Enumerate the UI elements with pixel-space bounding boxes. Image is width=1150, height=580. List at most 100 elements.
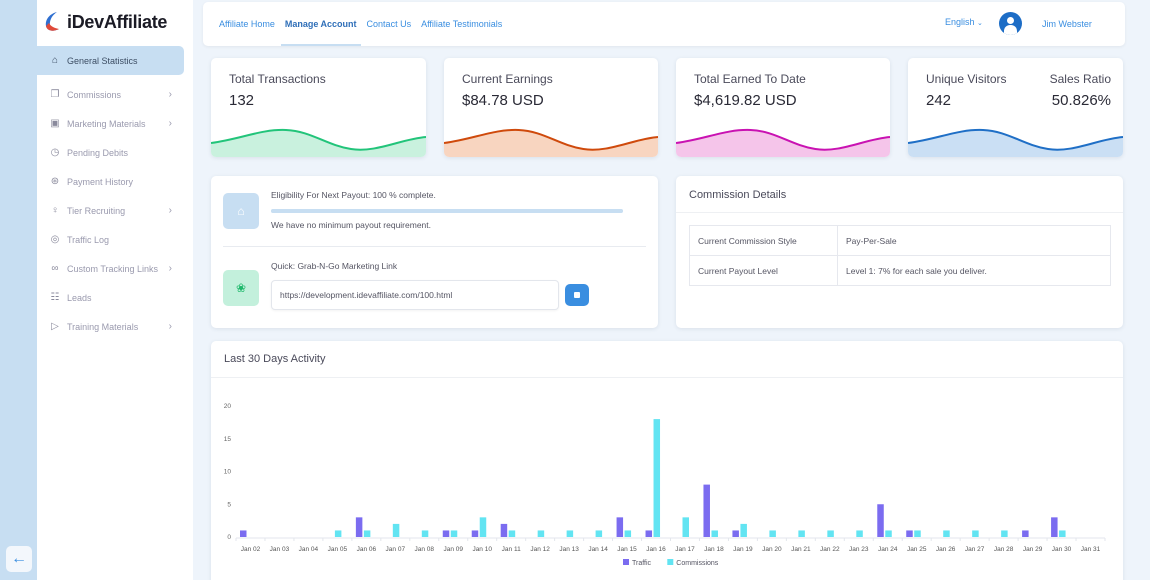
x-tick-label: Jan 06 bbox=[357, 546, 377, 553]
row-label: Current Commission Style bbox=[689, 225, 838, 256]
sidebar-item-general-statistics[interactable]: ⌂ General Statistics bbox=[37, 46, 184, 75]
sidebar-item-leads[interactable]: ☷ Leads bbox=[37, 283, 184, 312]
x-tick-label: Jan 23 bbox=[849, 546, 869, 553]
sidebar-item-label: Custom Tracking Links bbox=[67, 263, 159, 274]
x-tick-label: Jan 15 bbox=[617, 546, 637, 553]
language-selector[interactable]: English ⌄ bbox=[945, 17, 983, 27]
stat-value: $84.78 USD bbox=[462, 92, 544, 109]
sidebar-item-label: Commissions bbox=[67, 89, 122, 100]
stat-value-sales-ratio: 50.826% bbox=[1051, 92, 1111, 109]
stat-value-visitors: 242 bbox=[926, 92, 952, 109]
document-icon: ☷ bbox=[50, 292, 60, 303]
x-tick-label: Jan 28 bbox=[994, 546, 1014, 553]
bar-commissions bbox=[450, 530, 458, 537]
sidebar-item-tier-recruiting[interactable]: ♀ Tier Recruiting › bbox=[37, 196, 184, 225]
sparkline-wave bbox=[211, 128, 426, 157]
bar-traffic bbox=[500, 523, 508, 537]
row-value: Pay-Per-Sale bbox=[837, 225, 1111, 256]
bar-commissions bbox=[595, 530, 603, 537]
row-value: Level 1: 7% for each sale you deliver. bbox=[837, 255, 1111, 286]
language-label: English bbox=[945, 17, 975, 27]
y-tick-label: 10 bbox=[224, 469, 232, 476]
sidebar-item-custom-tracking-links[interactable]: ∞ Custom Tracking Links › bbox=[37, 254, 184, 283]
nav-link-contact-us[interactable]: Contact Us bbox=[367, 2, 412, 46]
x-tick-label: Jan 12 bbox=[530, 546, 550, 553]
stat-card-total-transactions: Total Transactions 132 bbox=[211, 58, 426, 157]
y-tick-label: 20 bbox=[224, 403, 232, 410]
sidebar-item-payment-history[interactable]: ⊛ Payment History bbox=[37, 167, 184, 196]
chevron-right-icon: › bbox=[168, 118, 172, 129]
row-label: Current Payout Level bbox=[689, 255, 838, 286]
y-tick-label: 5 bbox=[227, 501, 231, 508]
nav-link-manage-account[interactable]: Manage Account bbox=[280, 2, 361, 46]
sidebar-item-pending-debits[interactable]: ◷ Pending Debits bbox=[37, 138, 184, 167]
x-tick-label: Jan 18 bbox=[704, 546, 724, 553]
copy-link-button[interactable] bbox=[565, 284, 589, 306]
stat-value: 132 bbox=[229, 92, 255, 109]
sidebar-item-training-materials[interactable]: ▷ Training Materials › bbox=[37, 312, 184, 341]
x-tick-label: Jan 07 bbox=[386, 546, 406, 553]
sidebar-item-marketing-materials[interactable]: ▣ Marketing Materials › bbox=[37, 109, 184, 138]
x-tick-label: Jan 13 bbox=[559, 546, 579, 553]
divider bbox=[223, 246, 646, 247]
stat-label-visitors: Unique Visitors bbox=[926, 72, 1007, 86]
commission-details-card: Commission Details Current Commission St… bbox=[676, 176, 1123, 328]
user-name[interactable]: Jim Webster bbox=[1042, 19, 1092, 29]
bar-traffic bbox=[616, 517, 624, 537]
bar-traffic bbox=[240, 530, 247, 537]
marketing-link-input[interactable] bbox=[271, 280, 559, 310]
bar-traffic bbox=[877, 504, 884, 537]
x-tick-label: Jan 11 bbox=[502, 546, 521, 553]
collapse-sidebar-button[interactable]: ← bbox=[6, 546, 32, 572]
copy-documents-icon: ❐ bbox=[50, 89, 60, 100]
x-tick-label: Jan 04 bbox=[299, 546, 319, 553]
legend-label-traffic: Traffic bbox=[632, 560, 652, 567]
x-tick-label: Jan 31 bbox=[1081, 546, 1101, 553]
bar-traffic bbox=[1022, 530, 1029, 537]
chevron-right-icon: › bbox=[168, 89, 172, 100]
sidebar-item-label: Pending Debits bbox=[67, 147, 129, 158]
sidebar-item-label: Traffic Log bbox=[67, 234, 110, 245]
activity-bar-chart: 0 5 10 15 20 Jan 02 Jan 03 Jan 04 Jan 05 Jan 06 Ja… bbox=[224, 403, 1106, 567]
nav-link-affiliate-home[interactable]: Affiliate Home bbox=[219, 2, 275, 46]
commission-details-title: Commission Details bbox=[689, 189, 787, 201]
sidebar-item-commissions[interactable]: ❐ Commissions › bbox=[37, 80, 184, 109]
sparkline-wave bbox=[908, 128, 1123, 157]
bar-commissions bbox=[363, 530, 371, 537]
sidebar-item-label: Marketing Materials bbox=[67, 118, 146, 129]
sidebar: iDevAffiliate ⌂ General Statistics ❐ Commis… bbox=[37, 0, 193, 580]
payout-note: We have no minimum payout requirement. bbox=[271, 220, 432, 230]
image-icon: ▣ bbox=[50, 118, 60, 129]
avatar-head-icon bbox=[1007, 17, 1014, 24]
stat-value: $4,619.82 USD bbox=[694, 92, 797, 109]
y-tick-label: 0 bbox=[227, 534, 231, 541]
brand-logo[interactable]: iDevAffiliate bbox=[43, 11, 167, 33]
x-tick-label: Jan 20 bbox=[762, 546, 782, 553]
x-tick-label: Jan 29 bbox=[1023, 546, 1043, 553]
x-tick-label: Jan 19 bbox=[733, 546, 753, 553]
bar-commissions bbox=[1001, 530, 1008, 537]
nav-link-affiliate-testimonials[interactable]: Affiliate Testimonials bbox=[421, 2, 502, 46]
x-tick-label: Jan 17 bbox=[675, 546, 695, 553]
payout-progress-fill bbox=[271, 209, 623, 213]
sidebar-item-label: Tier Recruiting bbox=[67, 205, 126, 216]
bar-traffic bbox=[471, 530, 479, 537]
stat-card-total-earned: Total Earned To Date $4,619.82 USD bbox=[676, 58, 890, 157]
bar-traffic bbox=[442, 530, 450, 537]
top-nav-links: Affiliate Home Manage Account Contact Us Af… bbox=[219, 2, 502, 46]
bar-commissions bbox=[827, 530, 834, 537]
brand-name: iDevAffiliate bbox=[67, 11, 168, 32]
eligibility-text: Eligibility For Next Payout: 100 % compl… bbox=[271, 190, 436, 200]
clock-icon: ◷ bbox=[50, 147, 60, 158]
target-icon: ◎ bbox=[50, 234, 60, 245]
chevron-right-icon: › bbox=[168, 321, 172, 332]
table-row: Current Payout Level Level 1: 7% for eac… bbox=[689, 255, 1111, 286]
sidebar-item-traffic-log[interactable]: ◎ Traffic Log bbox=[37, 225, 184, 254]
sidebar-nav: ⌂ General Statistics ❐ Commissions › ▣ Marketi… bbox=[37, 46, 184, 341]
stat-label: Total Earned To Date bbox=[694, 72, 806, 86]
bar-traffic bbox=[703, 484, 710, 537]
bar-commissions bbox=[885, 530, 892, 537]
bar-commissions bbox=[392, 523, 400, 537]
user-avatar[interactable] bbox=[999, 12, 1022, 35]
x-tick-label: Jan 03 bbox=[270, 546, 290, 553]
